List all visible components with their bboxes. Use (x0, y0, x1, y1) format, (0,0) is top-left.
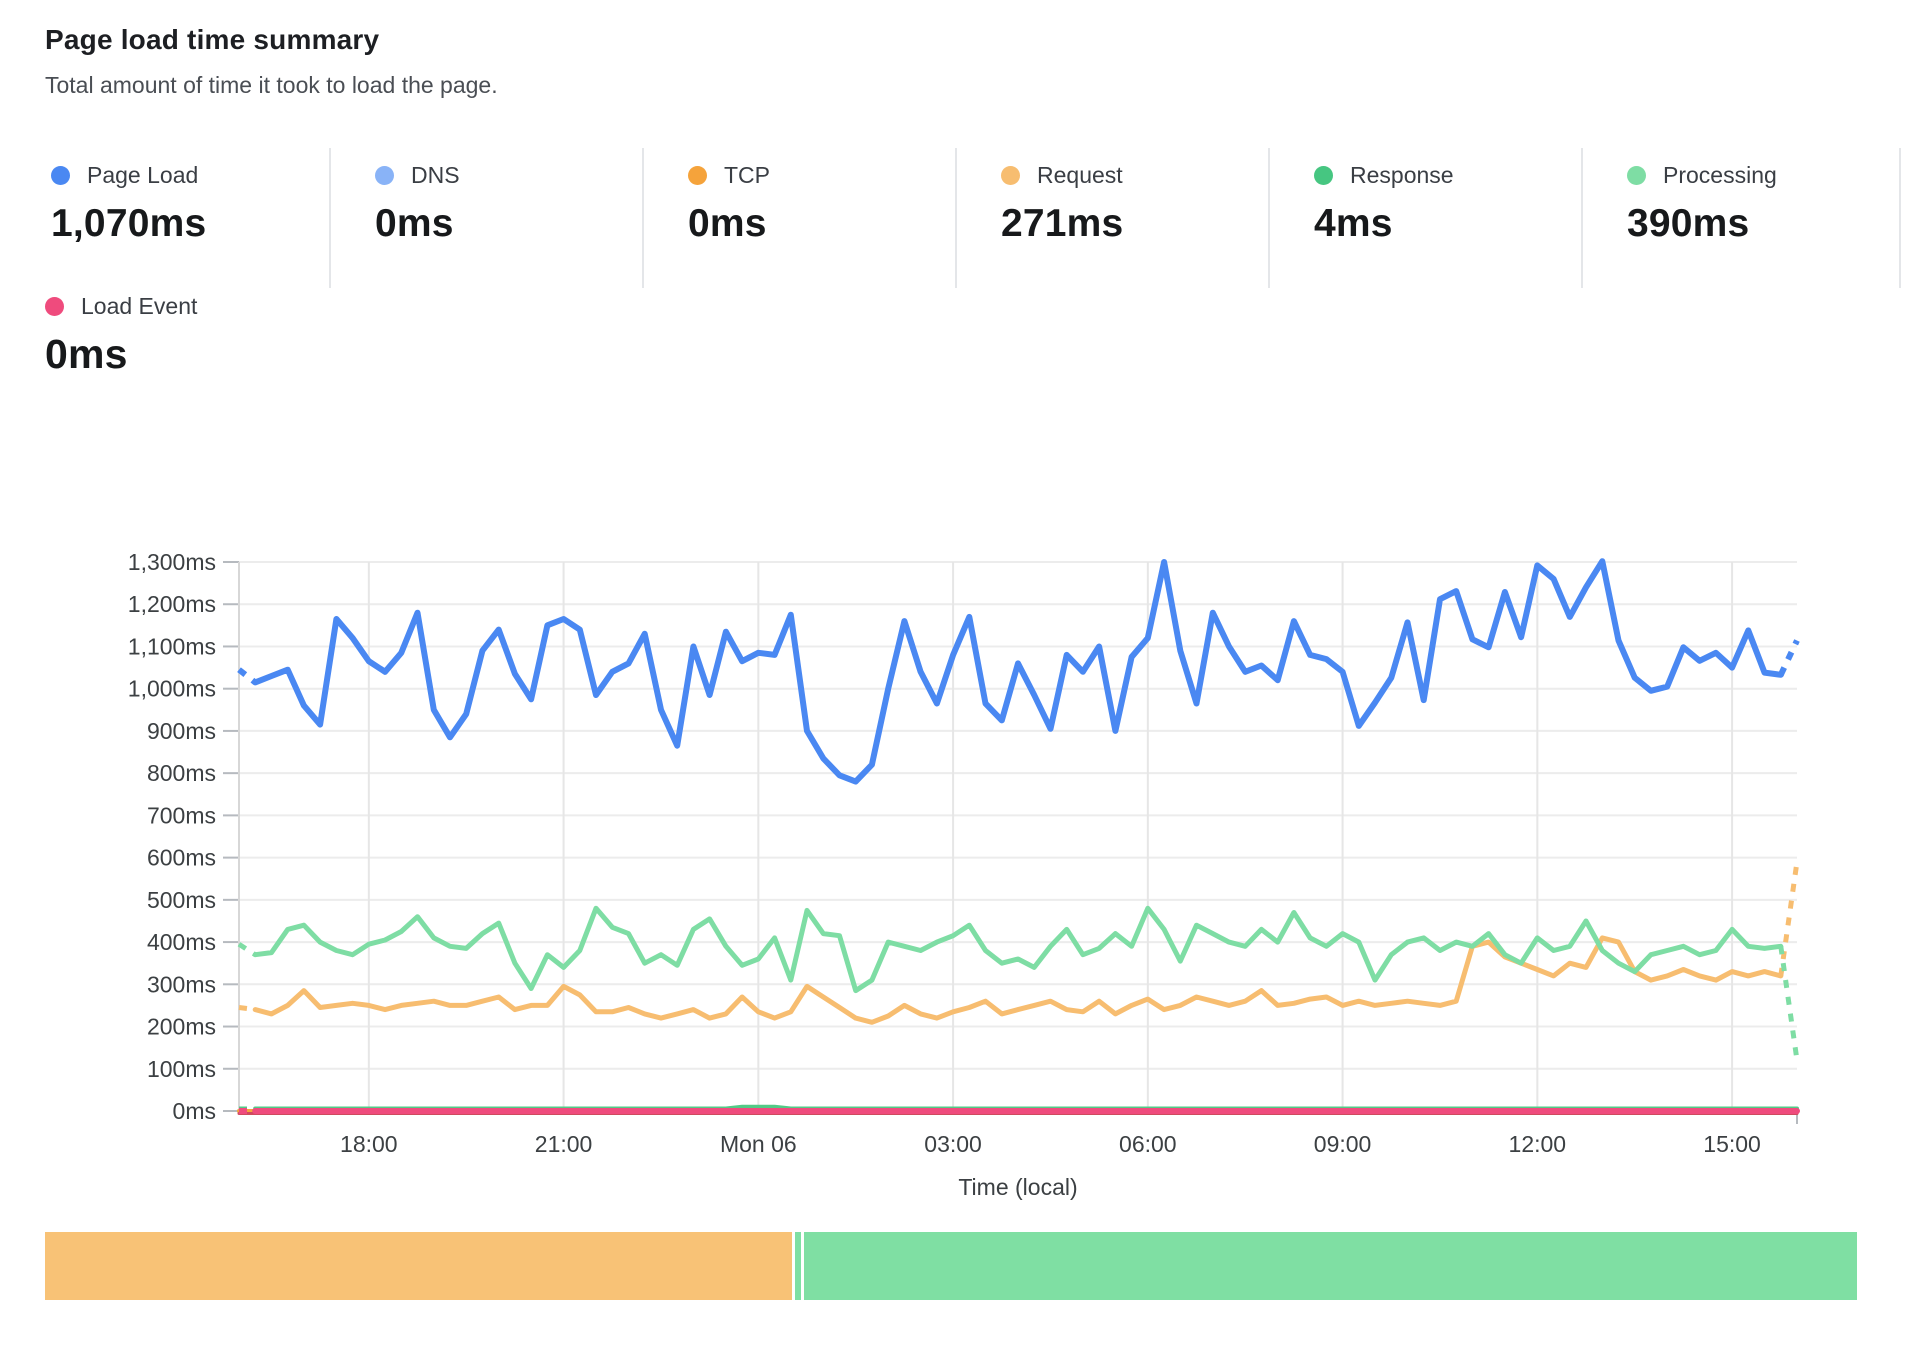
page-title: Page load time summary (45, 24, 379, 56)
metric-summary-item[interactable]: Processing 390ms (1583, 148, 1901, 288)
svg-text:03:00: 03:00 (924, 1131, 982, 1157)
metric-value: 4ms (1314, 202, 1581, 246)
svg-text:1,300ms: 1,300ms (128, 549, 216, 575)
metric-label: Processing (1663, 162, 1777, 189)
svg-text:1,100ms: 1,100ms (128, 633, 216, 659)
metric-label: Request (1037, 162, 1123, 189)
metric-value: 0ms (688, 202, 955, 246)
svg-text:600ms: 600ms (147, 845, 216, 871)
svg-text:0ms: 0ms (173, 1098, 216, 1124)
check-status-timeline-bar (45, 1232, 1857, 1300)
page-subtitle: Total amount of time it took to load the… (45, 72, 498, 99)
metric-value: 0ms (375, 202, 642, 246)
metric-label: TCP (724, 162, 770, 189)
legend-dot-icon (1314, 166, 1333, 185)
legend-dot-icon (1001, 166, 1020, 185)
metric-value: 390ms (1627, 202, 1899, 246)
status-segment-degraded[interactable] (45, 1232, 792, 1300)
metric-summary-item[interactable]: Request 271ms (957, 148, 1270, 288)
svg-text:12:00: 12:00 (1509, 1131, 1567, 1157)
metric-value: 1,070ms (51, 202, 329, 246)
svg-text:06:00: 06:00 (1119, 1131, 1177, 1157)
svg-text:300ms: 300ms (147, 971, 216, 997)
svg-text:900ms: 900ms (147, 718, 216, 744)
metric-value: 0ms (45, 331, 197, 378)
status-segment-passing[interactable] (804, 1232, 1857, 1300)
svg-text:1,000ms: 1,000ms (128, 676, 216, 702)
load-time-chart[interactable]: 0ms 100ms 200ms 300ms 400ms 500ms 600ms 700ms 80… (0, 430, 1910, 1220)
metric-summary-item[interactable]: Response 4ms (1270, 148, 1583, 288)
svg-text:15:00: 15:00 (1703, 1131, 1761, 1157)
metric-label: Response (1350, 162, 1454, 189)
svg-text:500ms: 500ms (147, 887, 216, 913)
legend-dot-icon (375, 166, 394, 185)
svg-text:18:00: 18:00 (340, 1131, 398, 1157)
status-segment-passing[interactable] (795, 1232, 801, 1300)
metric-summary-item[interactable]: TCP 0ms (644, 148, 957, 288)
metric-label: DNS (411, 162, 460, 189)
svg-text:Time (local): Time (local) (958, 1174, 1077, 1200)
metric-summary-item[interactable]: DNS 0ms (331, 148, 644, 288)
svg-text:800ms: 800ms (147, 760, 216, 786)
metric-label: Load Event (81, 293, 197, 320)
metric-value: 271ms (1001, 202, 1268, 246)
svg-text:100ms: 100ms (147, 1056, 216, 1082)
legend-dot-icon (51, 166, 70, 185)
metric-label: Page Load (87, 162, 198, 189)
svg-text:1,200ms: 1,200ms (128, 591, 216, 617)
svg-text:700ms: 700ms (147, 802, 216, 828)
svg-text:200ms: 200ms (147, 1014, 216, 1040)
load-event-legend-dot-icon (45, 297, 64, 316)
legend-dot-icon (688, 166, 707, 185)
svg-text:21:00: 21:00 (535, 1131, 593, 1157)
metric-summary-row: Page Load 1,070ms DNS 0ms TCP 0ms Reques… (45, 148, 1901, 288)
svg-text:09:00: 09:00 (1314, 1131, 1372, 1157)
svg-text:Mon 06: Mon 06 (720, 1131, 797, 1157)
metric-load-event[interactable]: Load Event 0ms (45, 293, 197, 378)
svg-text:400ms: 400ms (147, 929, 216, 955)
metric-summary-item[interactable]: Page Load 1,070ms (45, 148, 331, 288)
legend-dot-icon (1627, 166, 1646, 185)
